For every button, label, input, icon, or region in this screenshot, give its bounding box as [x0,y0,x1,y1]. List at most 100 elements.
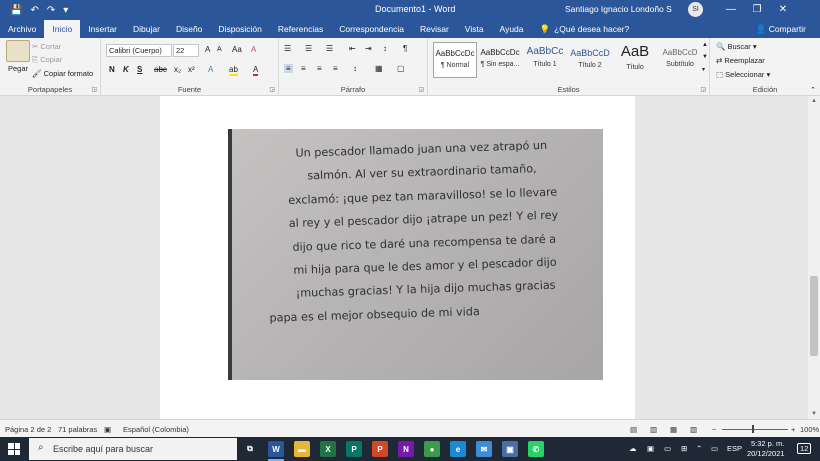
change-case-button[interactable]: Aa [232,45,242,54]
chrome-icon[interactable]: ● [424,441,440,457]
tab-revisar[interactable]: Revisar [412,20,457,38]
style-heading-2[interactable]: AaBbCcD Título 2 [568,42,612,78]
tab-referencias[interactable]: Referencias [270,20,331,38]
zoom-level[interactable]: 100% [800,425,819,434]
scrollbar-thumb[interactable] [810,276,818,356]
clipboard-icon[interactable] [6,40,30,62]
undo-icon[interactable]: ↶ [30,5,38,16]
tab-ayuda[interactable]: Ayuda [492,20,532,38]
clear-formatting-button[interactable]: A [251,45,256,54]
align-right-button[interactable]: ≡ [317,64,322,73]
increase-indent-button[interactable]: ⇥ [365,44,372,53]
replace-button[interactable]: ⇄ Reemplazar [716,56,765,65]
justify-button[interactable]: ≡ [333,64,338,73]
whatsapp-icon[interactable]: ✆ [528,441,544,457]
vertical-scrollbar[interactable]: ▲ ▼ [808,96,820,419]
onenote-icon[interactable]: N [398,441,414,457]
clipboard-launcher-icon[interactable]: ◲ [91,86,97,93]
print-layout-icon[interactable]: ▦ [670,425,677,434]
font-name-field[interactable]: Calibri (Cuerpo) [106,44,172,57]
web-layout-icon[interactable]: ▧ [690,425,697,434]
word-count[interactable]: 71 palabras [58,425,97,434]
cut-button[interactable]: ✂ Cortar [32,42,61,51]
page-count[interactable]: Página 2 de 2 [5,425,51,434]
save-icon[interactable]: 💾 [10,5,22,16]
proofing-icon[interactable]: ▣ [104,425,111,434]
style-title[interactable]: AaB Título [613,42,657,78]
tray-app-icon[interactable]: ⊞ [681,444,687,453]
bullets-button[interactable]: ☰ [284,44,291,53]
edge-icon[interactable]: e [450,441,466,457]
tab-archivo[interactable]: Archivo [0,20,44,38]
grow-font-button[interactable]: A [205,45,210,54]
shrink-font-button[interactable]: A [217,46,222,53]
font-launcher-icon[interactable]: ◲ [269,86,275,93]
multilevel-list-button[interactable]: ☰ [326,44,333,53]
language-indicator[interactable]: Español (Colombia) [123,425,189,434]
tab-dibujar[interactable]: Dibujar [125,20,168,38]
zoom-slider-thumb[interactable] [752,425,754,433]
font-color-button[interactable]: A [253,65,259,76]
minimize-button[interactable]: — [718,0,744,20]
copy-button[interactable]: ⎘ Copiar [32,55,62,65]
align-left-button[interactable]: ≡ [284,64,293,73]
superscript-button[interactable]: x² [188,65,195,74]
highlight-button[interactable]: ab [229,65,238,76]
strikethrough-button[interactable]: abc [154,65,167,74]
styles-more-icon[interactable]: ▾ [702,66,705,73]
find-button[interactable]: 🔍 Buscar ▾ [716,42,757,51]
tell-me-search[interactable]: 💡 ¿Qué desea hacer? [532,20,638,38]
publisher-icon[interactable]: P [346,441,362,457]
network-icon[interactable]: ▭ [711,444,718,453]
styles-scroll-down-icon[interactable]: ▼ [702,54,708,60]
subscript-button[interactable]: x₂ [174,65,181,74]
powerpoint-icon[interactable]: P [372,441,388,457]
document-area[interactable]: Un pescador llamado juan una vez atrapó … [0,96,808,419]
paste-button[interactable]: Pegar [8,64,28,73]
customize-qat-icon[interactable]: ▾ [63,5,68,16]
style-subtitle[interactable]: AaBbCcD Subtítulo [658,42,702,78]
select-button[interactable]: ⬚ Seleccionar ▾ [716,70,770,79]
word-icon[interactable]: W [268,441,284,457]
notifications-badge[interactable]: 12 [797,443,812,454]
clock-date[interactable]: 20/12/2021 [747,449,785,458]
share-button[interactable]: 👤 Compartir [756,20,806,38]
shading-button[interactable]: ▦ [375,64,383,73]
styles-scroll-up-icon[interactable]: ▲ [702,42,708,48]
underline-button[interactable]: S [137,65,142,74]
taskbar-search[interactable]: ⌕ Escribe aquí para buscar [29,438,237,460]
line-spacing-button[interactable]: ↕ [353,64,357,73]
store-icon[interactable]: ▣ [502,441,518,457]
tab-diseno[interactable]: Diseño [168,20,210,38]
excel-icon[interactable]: X [320,441,336,457]
tray-language[interactable]: ESP [727,444,742,453]
inserted-photo[interactable]: Un pescador llamado juan una vez atrapó … [228,129,603,380]
task-view-icon[interactable]: ⧉ [242,441,258,457]
tab-insertar[interactable]: Insertar [80,20,125,38]
zoom-out-icon[interactable]: − [712,425,716,434]
read-mode-icon[interactable]: ▥ [650,425,657,434]
styles-launcher-icon[interactable]: ◲ [700,86,706,93]
decrease-indent-button[interactable]: ⇤ [349,44,356,53]
scroll-down-icon[interactable]: ▼ [811,411,817,417]
avatar[interactable]: SI [688,2,703,17]
numbering-button[interactable]: ☰ [305,44,312,53]
sort-button[interactable]: ↕ [383,44,387,53]
scroll-up-icon[interactable]: ▲ [811,98,817,104]
windows-start-icon[interactable] [8,443,20,455]
tab-vista[interactable]: Vista [457,20,492,38]
user-name[interactable]: Santiago Ignacio Londoño S [565,4,672,14]
format-painter-button[interactable]: 🖌 Copiar formato [32,69,93,78]
zoom-slider[interactable] [722,429,788,430]
show-marks-button[interactable]: ¶ [403,44,407,53]
tray-app-icon[interactable]: ▭ [664,444,671,453]
collapse-ribbon-icon[interactable]: ⌃ [810,86,816,94]
style-no-spacing[interactable]: AaBbCcDc ¶ Sin espa... [478,42,522,78]
italic-button[interactable]: K [123,65,129,74]
tray-app-icon[interactable]: ▣ [647,444,654,453]
style-normal[interactable]: AaBbCcDc ¶ Normal [433,42,477,78]
tab-correspondencia[interactable]: Correspondencia [331,20,412,38]
redo-icon[interactable]: ↷ [47,5,55,16]
weather-icon[interactable]: ☁ [629,444,637,453]
paragraph-launcher-icon[interactable]: ◲ [418,86,424,93]
